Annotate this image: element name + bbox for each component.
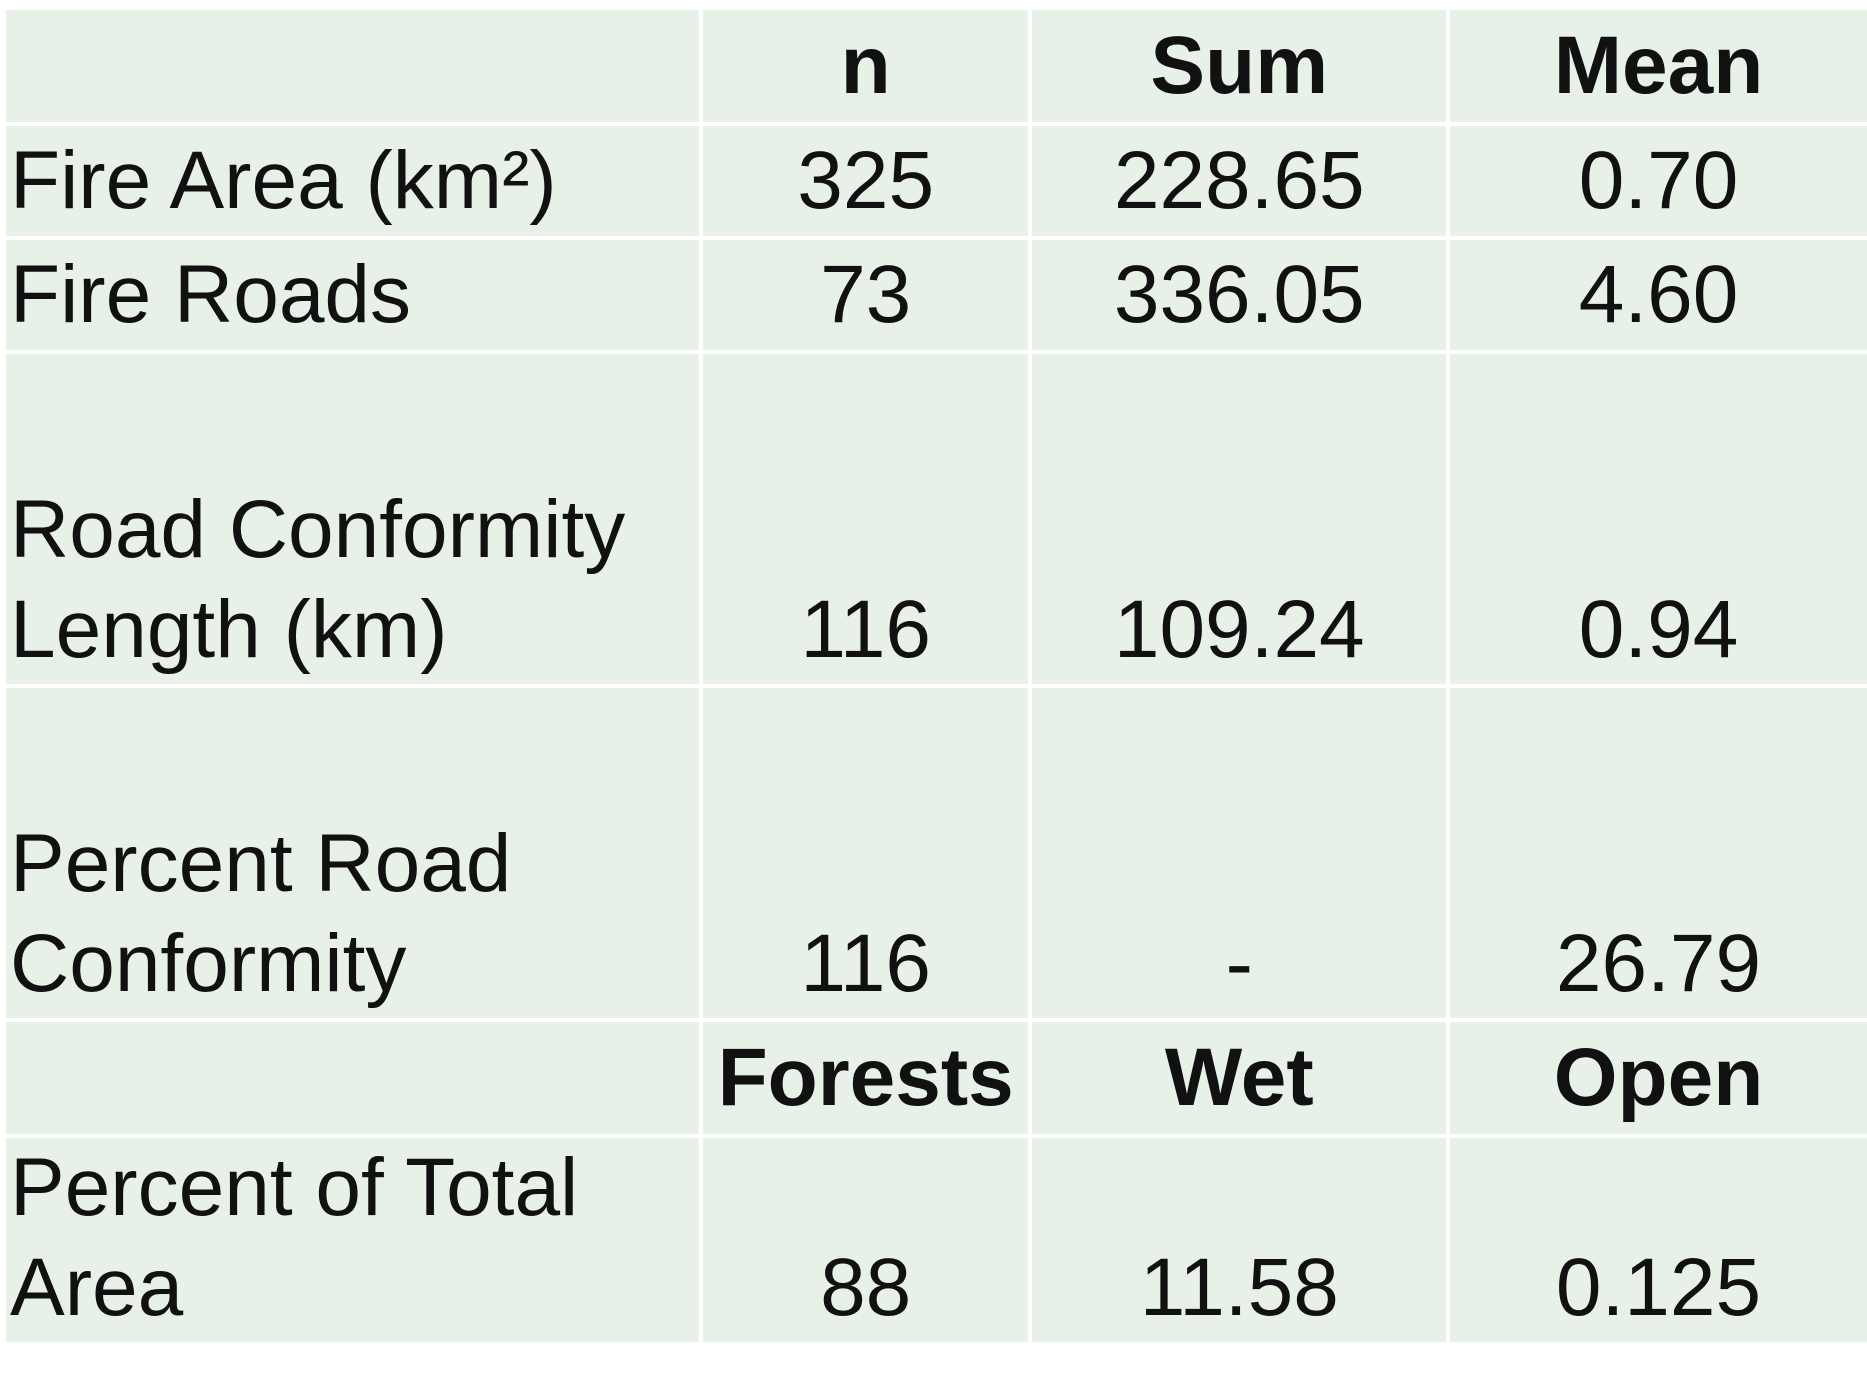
cell-open: 0.125 (1448, 1136, 1867, 1346)
cell-sum: 109.24 (1030, 352, 1451, 688)
cell-sum: 336.05 (1030, 238, 1451, 354)
row-label-line: Road Conformity (10, 484, 626, 575)
cell-n: 325 (700, 124, 1033, 240)
row-label-line: Fire Roads (10, 249, 412, 340)
header-mean: Mean (1448, 10, 1867, 126)
table-row-fire-roads: Fire Roads 73 336.05 4.60 (6, 238, 1867, 354)
row-label-line: Percent of Total (10, 1142, 579, 1233)
row-label: Road Conformity Length (km) (6, 352, 703, 688)
cell-n: 116 (700, 352, 1033, 688)
table-row-road-conformity-length: Road Conformity Length (km) 116 109.24 0… (6, 352, 1867, 688)
cell-wet: 11.58 (1030, 1136, 1451, 1346)
cell-sum: - (1030, 686, 1451, 1022)
statistics-table: n Sum Mean Fire Area (km²) 325 228.65 0.… (6, 10, 1867, 1346)
cell-mean: 26.79 (1448, 686, 1867, 1022)
table-row-fire-area: Fire Area (km²) 325 228.65 0.70 (6, 124, 1867, 240)
subheader-open: Open (1448, 1020, 1867, 1138)
row-label: Fire Roads (6, 238, 703, 354)
row-label-line: Percent Road (10, 818, 512, 909)
row-label-line: Fire Area (km²) (10, 135, 557, 226)
subheader-blank-cell (6, 1020, 703, 1138)
row-label-line: Conformity (10, 918, 407, 1009)
subheader-wet: Wet (1030, 1020, 1451, 1138)
table-row-percent-road-conformity: Percent Road Conformity 116 - 26.79 (6, 686, 1867, 1022)
row-label-line: Area (10, 1242, 184, 1333)
cell-sum: 228.65 (1030, 124, 1451, 240)
cell-mean: 4.60 (1448, 238, 1867, 354)
row-label: Percent Road Conformity (6, 686, 703, 1022)
subheader-row: Forests Wet Open (6, 1020, 1867, 1138)
row-label-line: Length (km) (10, 584, 448, 675)
cell-forests: 88 (700, 1136, 1033, 1346)
row-label: Percent of Total Area (6, 1136, 703, 1346)
header-row: n Sum Mean (6, 10, 1867, 126)
cell-mean: 0.70 (1448, 124, 1867, 240)
table-row-percent-total-area: Percent of Total Area 88 11.58 0.125 (6, 1136, 1867, 1346)
row-label: Fire Area (km²) (6, 124, 703, 240)
cell-n: 116 (700, 686, 1033, 1022)
cell-n: 73 (700, 238, 1033, 354)
cell-mean: 0.94 (1448, 352, 1867, 688)
header-n: n (700, 10, 1033, 126)
subheader-forests: Forests (700, 1020, 1033, 1138)
header-sum: Sum (1030, 10, 1451, 126)
header-blank-cell (6, 10, 703, 126)
